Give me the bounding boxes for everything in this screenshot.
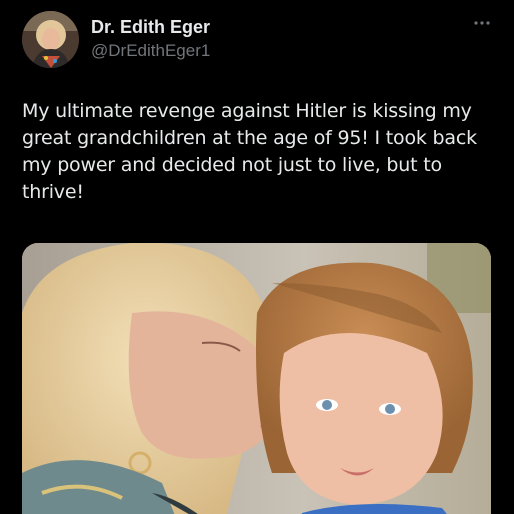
author-handle[interactable]: @DrEdithEger1 xyxy=(91,40,210,62)
tweet-header: Dr. Edith Eger @DrEdithEger1 xyxy=(22,10,210,68)
more-options-button[interactable] xyxy=(470,14,494,30)
author-display-name[interactable]: Dr. Edith Eger xyxy=(91,16,210,38)
avatar[interactable] xyxy=(22,10,79,68)
tweet-text: My ultimate revenge against Hitler is ki… xyxy=(22,100,477,203)
author-names: Dr. Edith Eger @DrEdithEger1 xyxy=(91,16,210,62)
tweet-photo[interactable] xyxy=(22,243,491,514)
more-horizontal-icon xyxy=(473,13,491,31)
tweet-card: Dr. Edith Eger @DrEdithEger1 My ultimate… xyxy=(0,0,514,514)
